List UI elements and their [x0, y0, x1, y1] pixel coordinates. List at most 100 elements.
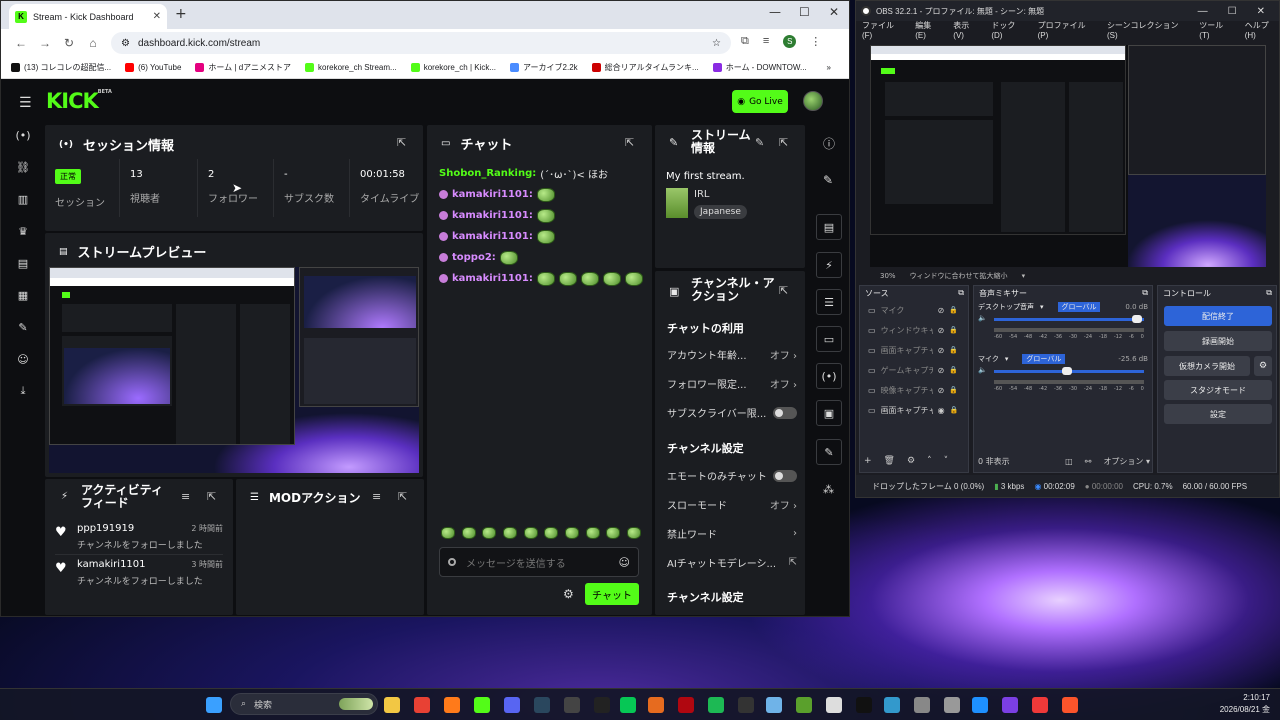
eye-off-icon[interactable]: ⊘: [938, 326, 945, 335]
emoji-icon[interactable]: ☺: [619, 556, 630, 569]
analytics-nav-icon[interactable]: ▥: [14, 190, 32, 208]
home-icon[interactable]: ⌂: [81, 36, 105, 50]
wrench-widget-icon[interactable]: ✎: [816, 439, 842, 465]
chevron-down-icon[interactable]: ▾: [1040, 303, 1044, 311]
emote-icon[interactable]: [461, 527, 476, 539]
lightning-widget-icon[interactable]: ⚡: [816, 252, 842, 278]
emote-icon[interactable]: [482, 527, 497, 539]
chat-username[interactable]: kamakiri1101:: [452, 210, 533, 221]
emote-only-toggle[interactable]: [773, 469, 797, 482]
popout-icon[interactable]: ⇱: [207, 490, 216, 503]
download-nav-icon[interactable]: ⤓: [14, 382, 32, 400]
video-nav-icon[interactable]: ▤: [14, 254, 32, 272]
bookmark-item[interactable]: ホーム | dアニメストア: [195, 62, 291, 73]
stream-nav-icon[interactable]: (•): [14, 126, 32, 144]
chat-input[interactable]: メッセージを送信する ☺: [439, 547, 639, 577]
source-item[interactable]: ▭ ウィンドウキャプ ⊘ 🔒: [860, 320, 968, 340]
slow-mode-setting[interactable]: スローモード オフ ›: [667, 497, 797, 512]
settings-button[interactable]: 設定: [1164, 404, 1272, 424]
security-app-icon[interactable]: [944, 697, 960, 713]
lock-icon[interactable]: 🔒: [950, 406, 959, 414]
notepad-app-icon[interactable]: [766, 697, 782, 713]
source-item[interactable]: ▭ 画面キャプチャ ◉ 🔒: [860, 400, 968, 420]
lock-icon[interactable]: 🔒: [949, 386, 958, 394]
stop-streaming-button[interactable]: 配信終了: [1164, 306, 1272, 326]
emote-icon[interactable]: [606, 527, 621, 539]
follower-only-setting[interactable]: フォロワー限定... オフ ›: [667, 376, 797, 391]
source-item[interactable]: ▭ 映像キャプチャ ⊘ 🔒: [860, 380, 968, 400]
back-icon[interactable]: ←: [9, 36, 33, 50]
emote-icon[interactable]: [585, 527, 600, 539]
profile-avatar[interactable]: S: [783, 35, 797, 48]
users-nav-icon[interactable]: ☺: [14, 350, 32, 368]
go-live-button[interactable]: ◉ Go Live: [732, 90, 788, 113]
media-icon[interactable]: ≡: [763, 35, 769, 48]
obs-menu-item[interactable]: プロファイル(P): [1038, 20, 1095, 40]
lock-icon[interactable]: 🔒: [949, 306, 958, 314]
browser-tab[interactable]: K Stream - Kick Dashboard ✕: [9, 4, 167, 29]
trash-icon[interactable]: 🗑: [884, 456, 895, 466]
settings-app-icon[interactable]: [914, 697, 930, 713]
edit-icon[interactable]: ✎: [823, 173, 833, 187]
minimize-icon[interactable]: —: [1198, 6, 1208, 17]
hamburger-icon[interactable]: ☰: [19, 95, 32, 111]
eye-off-icon[interactable]: ⊘: [938, 346, 945, 355]
filter-icon[interactable]: ≡: [372, 490, 381, 503]
edge-app-icon[interactable]: [972, 697, 988, 713]
app-dark-app-icon[interactable]: [594, 697, 610, 713]
steam-app-icon[interactable]: [534, 697, 550, 713]
vivaldi-app-icon[interactable]: [1032, 697, 1048, 713]
speaker-icon[interactable]: 🔈: [978, 366, 987, 374]
bookmark-item[interactable]: 総合リアルタイムランキ...: [591, 62, 699, 73]
app-white-app-icon[interactable]: [826, 697, 842, 713]
popout-icon[interactable]: ⇱: [397, 136, 406, 149]
popout-icon[interactable]: ⇱: [779, 284, 788, 297]
epic-app-icon[interactable]: [738, 697, 754, 713]
chevron-down-icon[interactable]: ▾: [1005, 355, 1009, 363]
extensions-icon[interactable]: ⧉: [741, 35, 749, 48]
up-icon[interactable]: ˄: [927, 456, 932, 466]
add-icon[interactable]: +: [864, 456, 872, 466]
eye-off-icon[interactable]: ⊘: [938, 386, 945, 395]
obs-preview[interactable]: [870, 45, 1266, 267]
obs-menu-item[interactable]: シーンコレクション(S): [1107, 20, 1187, 40]
filter-icon[interactable]: ≡: [181, 490, 190, 503]
app-orange-app-icon[interactable]: [648, 697, 664, 713]
line-app-icon[interactable]: [620, 697, 636, 713]
obs-app-icon[interactable]: [564, 697, 580, 713]
site-info-icon[interactable]: ⚙: [121, 38, 130, 49]
popout-icon[interactable]: ⇱: [398, 490, 407, 503]
chat-username[interactable]: toppo2:: [452, 252, 496, 263]
address-bar[interactable]: ⚙ dashboard.kick.com/stream ☆: [111, 32, 731, 54]
chart-nav-icon[interactable]: ▦: [14, 286, 32, 304]
netflix-app-icon[interactable]: [678, 697, 694, 713]
options-button[interactable]: オプション ▾: [1103, 456, 1150, 467]
emote-icon[interactable]: [544, 527, 559, 539]
popout-icon[interactable]: ⇱: [625, 136, 634, 149]
ai-mod-setting[interactable]: AIチャットモデレーシ... ⇱: [667, 555, 797, 570]
speaker-icon[interactable]: 🔈: [978, 314, 987, 322]
explorer-app-icon[interactable]: [384, 697, 400, 713]
maximize-icon[interactable]: ☐: [1228, 6, 1237, 17]
start-app-icon[interactable]: [206, 697, 222, 713]
bookmark-item[interactable]: ホーム - DOWNTOW...: [712, 62, 807, 73]
chat-settings-icon[interactable]: ⚙: [563, 587, 574, 601]
down-icon[interactable]: ˅: [944, 456, 949, 466]
kick-app-icon[interactable]: [474, 697, 490, 713]
dock-float-icon[interactable]: ⧉: [1266, 288, 1272, 298]
chat-username[interactable]: kamakiri1101:: [452, 189, 533, 200]
chat-mode-icon[interactable]: [448, 558, 456, 566]
app-purple-app-icon[interactable]: [1002, 697, 1018, 713]
virtual-camera-button[interactable]: 仮想カメラ開始: [1164, 356, 1250, 376]
obs-menu-item[interactable]: 表示(V): [953, 20, 979, 40]
link-icon[interactable]: ⚯: [1085, 457, 1092, 466]
layout-icon[interactable]: ◫: [1065, 457, 1073, 466]
activity-user[interactable]: kamakiri1101: [77, 559, 146, 570]
lock-icon[interactable]: 🔒: [949, 366, 958, 374]
emote-icon[interactable]: [564, 527, 579, 539]
volume-handle[interactable]: [1061, 367, 1072, 375]
eye-off-icon[interactable]: ⊘: [938, 366, 945, 375]
banned-words-setting[interactable]: 禁止ワード ›: [667, 526, 797, 541]
firefox-app-icon[interactable]: [444, 697, 460, 713]
source-item[interactable]: ▭ マイク ⊘ 🔒: [860, 300, 968, 320]
